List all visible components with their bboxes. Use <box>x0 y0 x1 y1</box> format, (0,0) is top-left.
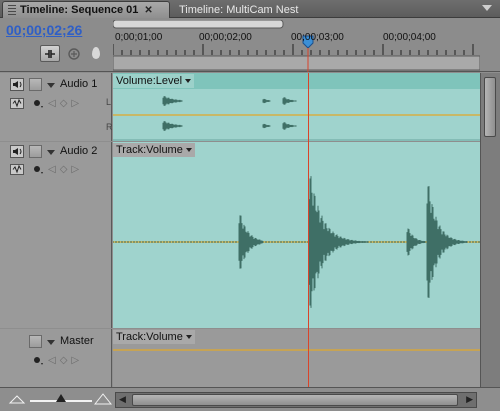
ruler-label-3: 00;00;03;00 <box>291 32 344 43</box>
next-keyframe-icon[interactable]: ▷ <box>71 164 79 175</box>
next-keyframe-icon[interactable]: ▷ <box>71 98 79 109</box>
channel-left-label: L <box>106 97 112 107</box>
lane-audio-1[interactable]: Volume:Level L R <box>106 73 480 141</box>
snap-button[interactable] <box>40 45 60 62</box>
lane-master[interactable]: Track:Volume <box>113 329 480 387</box>
lane-audio-2[interactable]: Track:Volume <box>112 142 480 328</box>
horizontal-scrollbar[interactable]: ◀ ▶ <box>115 392 477 408</box>
keyframe-tools: ◁ ◇ ▷ <box>32 163 79 175</box>
clip-property: Track:Volume <box>116 144 183 156</box>
show-keyframes-icon[interactable] <box>32 354 44 366</box>
expand-track-icon[interactable] <box>47 83 55 88</box>
scroll-left-icon[interactable]: ◀ <box>119 394 126 405</box>
scroll-right-icon[interactable]: ▶ <box>466 394 473 405</box>
next-keyframe-icon[interactable]: ▷ <box>71 355 79 366</box>
ruler-label-4: 00;00;04;00 <box>383 32 436 43</box>
track-lock-toggle[interactable] <box>29 145 42 158</box>
track-name-audio-2: Audio 2 <box>60 145 98 157</box>
clip-property: Volume:Level <box>116 75 183 87</box>
time-ruler[interactable]: 0;00;01;00 00;00;02;00 00;00;03;00 00;00… <box>113 20 480 72</box>
work-area-bar[interactable] <box>113 20 284 29</box>
horizontal-scroll-thumb[interactable] <box>132 394 458 406</box>
tab-multicam-nest[interactable]: Timeline: MultiCam Nest <box>174 1 324 18</box>
panel-menu-icon[interactable] <box>482 5 492 11</box>
display-style-icon[interactable] <box>10 164 24 175</box>
zoom-in-icon[interactable] <box>94 393 112 405</box>
previous-keyframe-icon[interactable]: ◁ <box>48 164 56 175</box>
keyframe-tools: ◁ ◇ ▷ <box>32 354 79 366</box>
track-header-master: Master ◁ ◇ ▷ <box>0 329 112 387</box>
collapse-track-icon[interactable] <box>47 150 55 155</box>
timeline-header: 00;00;02;26 0;00;01;00 00;00;02;00 00;00… <box>0 18 500 72</box>
vertical-scrollbar[interactable] <box>480 73 500 387</box>
speaker-icon[interactable] <box>10 145 24 158</box>
track-lock-toggle[interactable] <box>29 78 42 91</box>
marker-icon <box>68 47 80 60</box>
zoom-out-icon[interactable] <box>8 394 26 404</box>
current-timecode[interactable]: 00;00;02;26 <box>6 22 82 38</box>
zoom-bar: ◀ ▶ <box>0 387 500 411</box>
track-name-master: Master <box>60 335 94 347</box>
audio-2-clip[interactable] <box>112 142 480 328</box>
add-keyframe-icon[interactable]: ◇ <box>60 355 68 366</box>
keyframe-tools: ◁ ◇ ▷ <box>32 97 79 109</box>
track-area: Audio 1 ◁ ◇ ▷ Volume:Level L R Audio 2 ◁… <box>0 73 500 387</box>
zoom-slider[interactable] <box>30 394 92 402</box>
collapse-track-icon[interactable] <box>47 340 55 345</box>
add-keyframe-icon[interactable]: ◇ <box>60 98 68 109</box>
grip-icon[interactable] <box>8 5 16 15</box>
speaker-icon[interactable] <box>10 78 24 91</box>
chevron-down-icon <box>185 335 192 339</box>
clip-property: Track:Volume <box>116 331 183 343</box>
ruler-graphics <box>113 20 480 72</box>
set-marker-button[interactable] <box>64 45 84 62</box>
snap-icon <box>45 49 55 58</box>
track-lock-toggle[interactable] <box>29 335 42 348</box>
add-keyframe-icon[interactable]: ◇ <box>60 164 68 175</box>
ruler-scroll-strip[interactable] <box>113 55 480 71</box>
audio-2-clip-label[interactable]: Track:Volume <box>113 143 195 157</box>
set-encore-marker-icon[interactable] <box>92 47 100 59</box>
audio-1-clip-label[interactable]: Volume:Level <box>113 74 195 88</box>
tab-label: Timeline: MultiCam Nest <box>179 3 299 16</box>
chevron-down-icon <box>185 79 192 83</box>
track-header-audio-1: Audio 1 ◁ ◇ ▷ <box>0 73 112 141</box>
channel-right-label: R <box>106 122 113 132</box>
ruler-label-2: 00;00;02;00 <box>199 32 252 43</box>
vertical-scroll-thumb[interactable] <box>484 77 496 137</box>
master-clip-label[interactable]: Track:Volume <box>113 330 195 344</box>
track-name-audio-1: Audio 1 <box>60 78 98 90</box>
show-keyframes-icon[interactable] <box>32 97 44 109</box>
zoom-slider-thumb[interactable] <box>56 394 66 402</box>
clip-body <box>113 142 480 328</box>
previous-keyframe-icon[interactable]: ◁ <box>48 355 56 366</box>
track-header-audio-2: Audio 2 ◁ ◇ ▷ <box>0 142 112 328</box>
tab-bar: Timeline: Sequence 01 ✕ Timeline: MultiC… <box>0 0 500 18</box>
previous-keyframe-icon[interactable]: ◁ <box>48 98 56 109</box>
ruler-label-1: 0;00;01;00 <box>115 32 163 43</box>
chevron-down-icon <box>185 148 192 152</box>
display-style-icon[interactable] <box>10 98 24 109</box>
tab-label: Timeline: Sequence 01 <box>20 4 139 16</box>
tab-sequence-01[interactable]: Timeline: Sequence 01 ✕ <box>2 1 170 18</box>
show-keyframes-icon[interactable] <box>32 163 44 175</box>
playhead-line <box>308 73 309 387</box>
close-icon[interactable]: ✕ <box>144 5 152 16</box>
